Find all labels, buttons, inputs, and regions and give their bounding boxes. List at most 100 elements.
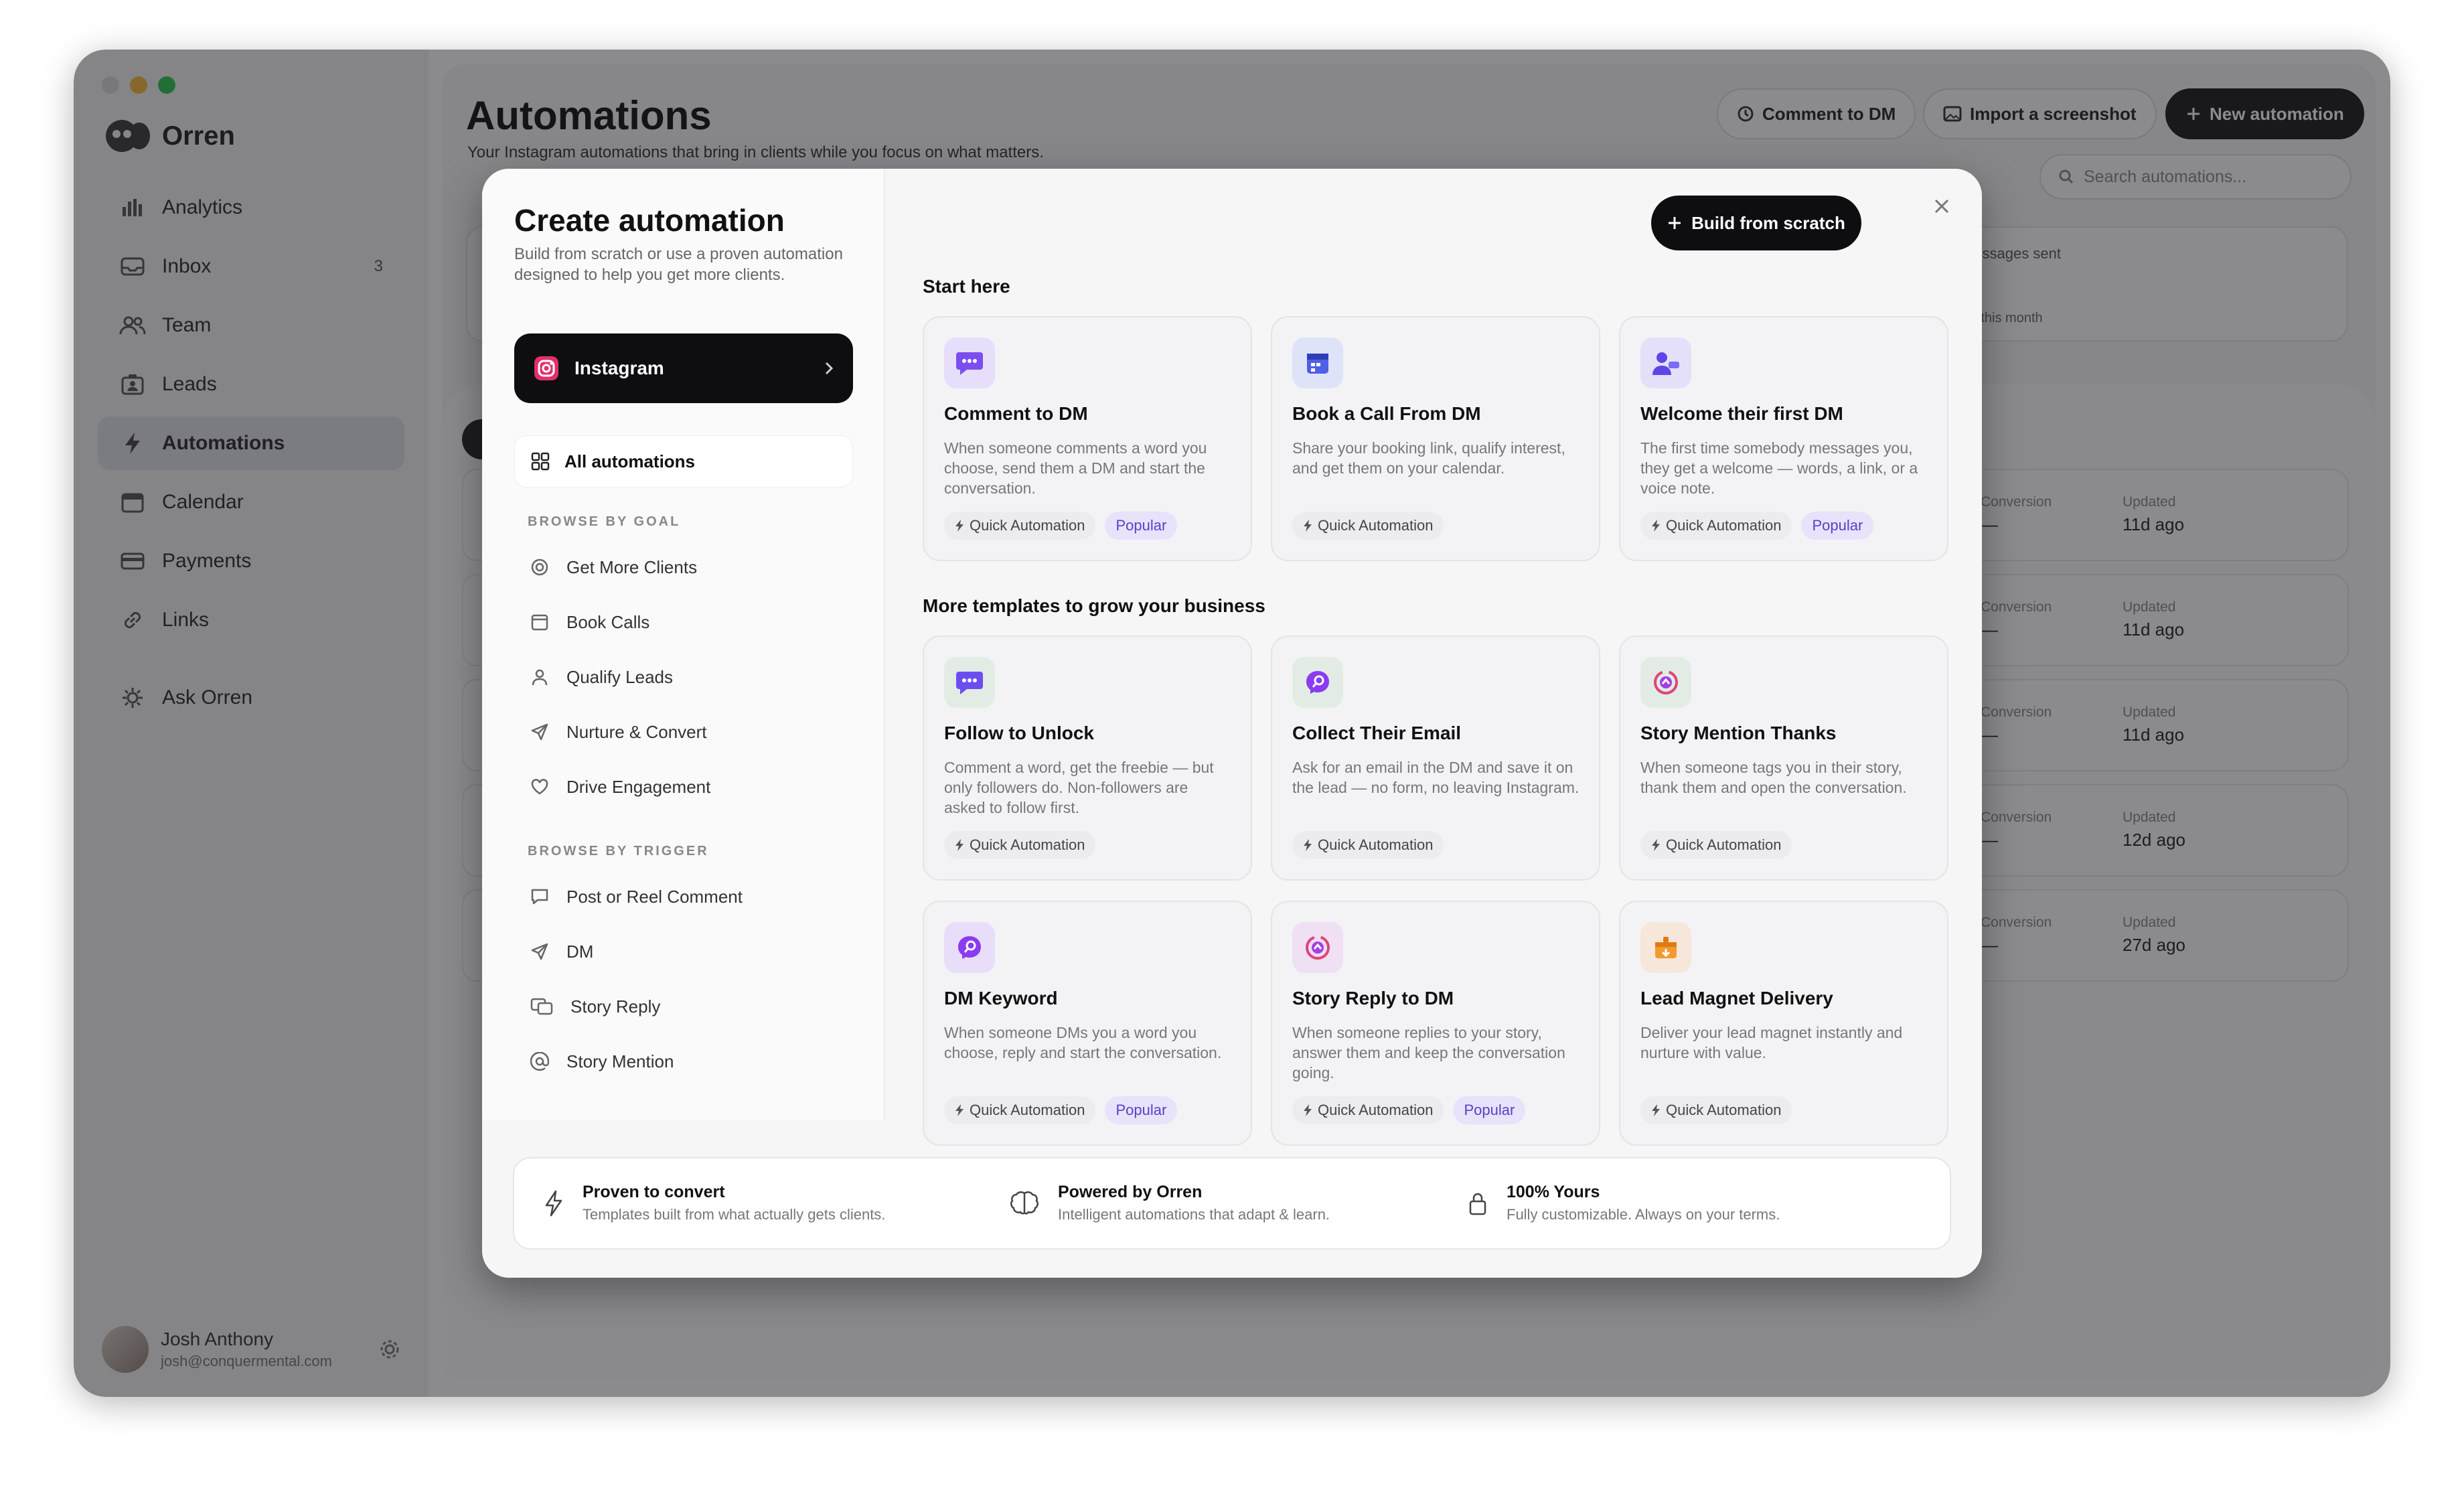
chat-bubble-icon	[944, 338, 995, 388]
modal-footer: Proven to convert Templates built from wh…	[513, 1157, 1951, 1250]
footer-subtitle: Intelligent automations that adapt & lea…	[1058, 1206, 1330, 1223]
at-icon	[530, 1052, 549, 1071]
trigger-item-story-reply[interactable]: Story Reply	[514, 983, 853, 1030]
card-description: Ask for an email in the DM and save it o…	[1292, 759, 1580, 796]
footer-item-powered: Powered by Orren Intelligent automations …	[1010, 1183, 1330, 1223]
trigger-label: Story Mention	[566, 1051, 674, 1071]
badge-label: Quick Automation	[1318, 836, 1434, 853]
quick-automation-badge: Quick Automation	[944, 831, 1096, 859]
template-card-book-a-call-from-dm[interactable]: Book a Call From DM Share your booking li…	[1271, 316, 1600, 561]
messenger-icon	[944, 922, 995, 973]
target-icon	[530, 558, 549, 577]
calendar-icon	[530, 613, 549, 631]
template-card-dm-keyword[interactable]: DM Keyword When someone DMs you a word yo…	[923, 901, 1252, 1146]
gift-box-icon	[1640, 922, 1691, 973]
card-description: Comment a word, get the freebie — but on…	[944, 759, 1214, 816]
quick-automation-badge: Quick Automation	[1292, 512, 1444, 540]
card-title: Welcome their first DM	[1640, 403, 1843, 424]
quick-automation-badge: Quick Automation	[1292, 1096, 1444, 1124]
card-tags: Quick Automation	[1640, 1096, 1792, 1124]
bolt-icon	[955, 1104, 964, 1117]
footer-title: Proven to convert	[583, 1183, 725, 1201]
modal-content: Build from scratch Start here More templ…	[885, 169, 1982, 1146]
goal-item-drive-engagement[interactable]: Drive Engagement	[514, 763, 853, 810]
card-description: When someone DMs you a word you choose, …	[944, 1024, 1222, 1061]
template-card-welcome-their-first-dm[interactable]: Welcome their first DM The first time som…	[1619, 316, 1948, 561]
goal-label: Book Calls	[566, 611, 650, 632]
card-title: Collect Their Email	[1292, 723, 1462, 743]
popular-badge: Popular	[1105, 512, 1178, 540]
goal-item-get-more-clients[interactable]: Get More Clients	[514, 544, 853, 591]
build-from-scratch-button[interactable]: Build from scratch	[1651, 196, 1861, 250]
quick-automation-badge: Quick Automation	[1640, 512, 1792, 540]
popular-badge: Popular	[1105, 1096, 1178, 1124]
all-automations-item[interactable]: All automations	[514, 435, 853, 488]
template-card-collect-their-email[interactable]: Collect Their Email Ask for an email in t…	[1271, 635, 1600, 881]
messenger-icon	[1292, 657, 1343, 708]
lock-icon	[1468, 1191, 1488, 1216]
bolt-icon	[955, 519, 964, 532]
calendar-icon	[1292, 338, 1343, 388]
story-reply-icon	[530, 997, 553, 1016]
card-description: When someone tags you in their story, th…	[1640, 759, 1907, 796]
build-from-scratch-label: Build from scratch	[1691, 212, 1845, 233]
template-card-story-reply-to-dm[interactable]: Story Reply to DM When someone replies to…	[1271, 901, 1600, 1146]
instagram-icon	[533, 355, 560, 382]
card-title: Story Mention Thanks	[1640, 723, 1837, 743]
footer-title: Powered by Orren	[1058, 1183, 1203, 1201]
quick-automation-badge: Quick Automation	[1640, 831, 1792, 859]
quick-automation-badge: Quick Automation	[944, 1096, 1096, 1124]
card-title: Comment to DM	[944, 403, 1088, 424]
badge-label: Quick Automation	[1318, 1102, 1434, 1118]
goal-item-nurture-convert[interactable]: Nurture & Convert	[514, 708, 853, 755]
bolt-icon	[955, 838, 964, 852]
footer-subtitle: Fully customizable. Always on your terms…	[1507, 1206, 1780, 1223]
all-automations-label: All automations	[564, 451, 696, 471]
brain-icon	[1010, 1191, 1039, 1216]
badge-label: Quick Automation	[970, 517, 1085, 534]
card-tags: Quick Automation	[1292, 512, 1444, 540]
trigger-item-story-mention[interactable]: Story Mention	[514, 1038, 853, 1085]
bolt-icon	[1303, 838, 1312, 852]
footer-title: 100% Yours	[1507, 1183, 1600, 1201]
heart-icon	[530, 777, 549, 796]
template-card-story-mention-thanks[interactable]: Story Mention Thanks When someone tags yo…	[1619, 635, 1948, 881]
card-tags: Quick Automation	[1640, 831, 1792, 859]
template-card-lead-magnet-delivery[interactable]: Lead Magnet Delivery Deliver your lead ma…	[1619, 901, 1948, 1146]
bolt-icon	[1651, 1104, 1661, 1117]
bolt-icon	[1303, 519, 1312, 532]
grid-icon	[531, 452, 550, 471]
quick-automation-badge: Quick Automation	[1292, 831, 1444, 859]
plus-icon	[1667, 216, 1682, 230]
card-description: Share your booking link, qualify interes…	[1292, 439, 1565, 477]
comment-icon	[530, 887, 549, 906]
trigger-label: Post or Reel Comment	[566, 886, 743, 907]
card-tags: Quick Automation Popular	[944, 1096, 1178, 1124]
goal-label: Nurture & Convert	[566, 721, 707, 742]
close-icon[interactable]	[1928, 193, 1955, 220]
goal-label: Get More Clients	[566, 556, 698, 577]
badge-label: Quick Automation	[970, 1102, 1085, 1118]
card-tags: Quick Automation Popular	[1640, 512, 1874, 540]
card-title: Lead Magnet Delivery	[1640, 988, 1833, 1008]
quick-automation-badge: Quick Automation	[1640, 1096, 1792, 1124]
card-description: When someone replies to your story, answ…	[1292, 1024, 1565, 1081]
platform-selector[interactable]: Instagram	[514, 333, 853, 403]
popular-badge: Popular	[1801, 512, 1874, 540]
badge-label: Quick Automation	[1666, 836, 1782, 853]
popular-badge: Popular	[1453, 1096, 1526, 1124]
platform-label: Instagram	[574, 358, 664, 378]
goal-item-book-calls[interactable]: Book Calls	[514, 599, 853, 646]
card-title: DM Keyword	[944, 988, 1058, 1008]
trigger-item-dm[interactable]: DM	[514, 928, 853, 975]
card-title: Book a Call From DM	[1292, 403, 1481, 424]
card-tags: Quick Automation Popular	[1292, 1096, 1526, 1124]
bolt-icon	[1651, 519, 1661, 532]
trigger-item-post-reel-comment[interactable]: Post or Reel Comment	[514, 873, 853, 920]
user-icon	[530, 668, 549, 686]
create-automation-modal: Create automation Build from scratch or …	[482, 169, 1982, 1278]
card-description: When someone comments a word you choose,…	[944, 439, 1207, 497]
template-card-follow-to-unlock[interactable]: Follow to Unlock Comment a word, get the …	[923, 635, 1252, 881]
goal-item-qualify-leads[interactable]: Qualify Leads	[514, 654, 853, 700]
template-card-comment-to-dm[interactable]: Comment to DM When someone comments a wor…	[923, 316, 1252, 561]
